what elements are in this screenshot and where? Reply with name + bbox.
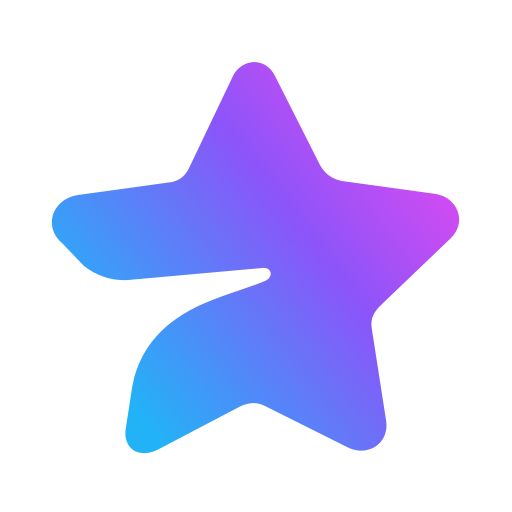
star-shape [51,62,460,454]
app-icon-canvas [0,0,512,512]
premium-star-icon [51,62,460,454]
